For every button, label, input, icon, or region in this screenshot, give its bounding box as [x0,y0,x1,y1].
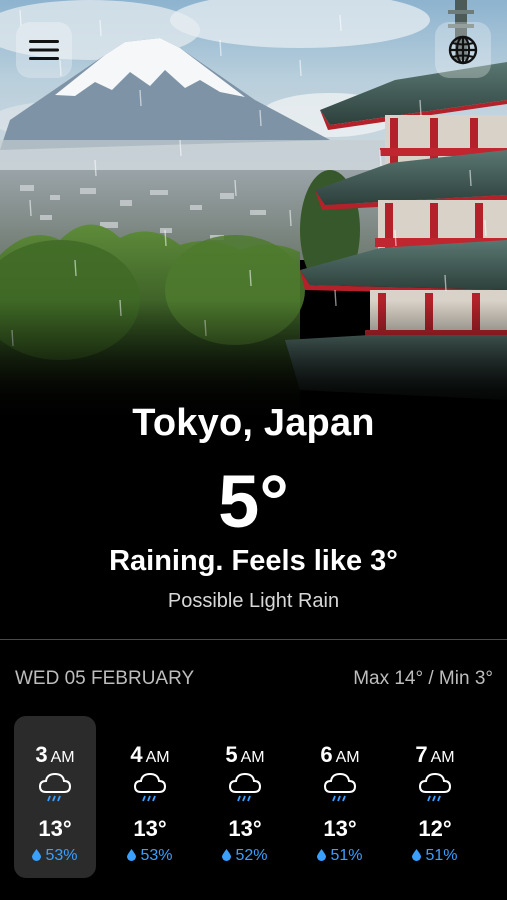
hour-period: AM [145,749,170,766]
precipitation-value: 51% [425,847,458,864]
hour-precipitation: 51% [394,847,476,865]
weather-summary: Raining. Feels like 3° [109,545,398,577]
hour-card[interactable]: 8 [489,716,507,878]
hour-period: AM [430,749,455,766]
hour-precipitation: 53% [109,847,191,865]
hour-label: 4 [130,742,143,767]
precipitation-value: 53% [45,847,78,864]
day-summary-row: WED 05 FEBRUARY Max 14° / Min 3° [15,668,493,690]
current-temperature: 5° [218,460,289,543]
hour-temperature: 13° [133,816,167,841]
cloud-rain-icon [228,772,262,802]
hamburger-menu-icon [29,39,59,61]
hero-background-image [0,0,507,420]
raindrop-icon [32,849,42,861]
hour-temperature: 13° [228,816,262,841]
hour-temperature: 13° [323,816,357,841]
hour-card[interactable]: 6 AM 13° 51% [299,716,381,878]
precipitation-value: 52% [235,847,268,864]
raindrop-icon [412,849,422,861]
cloud-rain-icon [323,772,357,802]
hour-precipitation: 51% [299,847,381,865]
hour-card[interactable]: 4 AM 13° 53% [109,716,191,878]
forecast-date: WED 05 FEBRUARY [15,668,195,689]
hour-card[interactable]: 5 AM 13° 52% [204,716,286,878]
hour-temperature: 12° [418,816,452,841]
hour-temperature: 13° [38,816,72,841]
hour-label: 5 [225,742,238,767]
precipitation-value: 53% [140,847,173,864]
hour-period: AM [240,749,265,766]
raindrop-icon [317,849,327,861]
temperature-range: Max 14° / Min 3° [353,668,493,689]
section-divider [0,639,507,640]
hour-label: 6 [320,742,333,767]
forecast-description: Possible Light Rain [167,590,340,612]
hourly-forecast-strip[interactable]: 3 AM 13° 53% 4 AM 13° 53% 5 AM 13° 52% 6 AM … [14,716,507,880]
globe-icon [448,35,478,65]
hour-label: 7 [415,742,428,767]
location-globe-button[interactable] [435,22,491,78]
raindrop-icon [127,849,137,861]
location-name: Tokyo, Japan [132,402,375,444]
cloud-rain-icon [418,772,452,802]
hour-period: AM [50,749,75,766]
hour-precipitation: 52% [204,847,286,865]
precipitation-value: 51% [330,847,363,864]
cloud-rain-icon [133,772,167,802]
hour-card[interactable]: 3 AM 13° 53% [14,716,96,878]
cloud-rain-icon [38,772,72,802]
hour-label: 3 [35,742,48,767]
raindrop-icon [222,849,232,861]
hour-card[interactable]: 7 AM 12° 51% [394,716,476,878]
hour-period: AM [335,749,360,766]
hour-precipitation: 53% [14,847,96,865]
menu-button[interactable] [16,22,72,78]
